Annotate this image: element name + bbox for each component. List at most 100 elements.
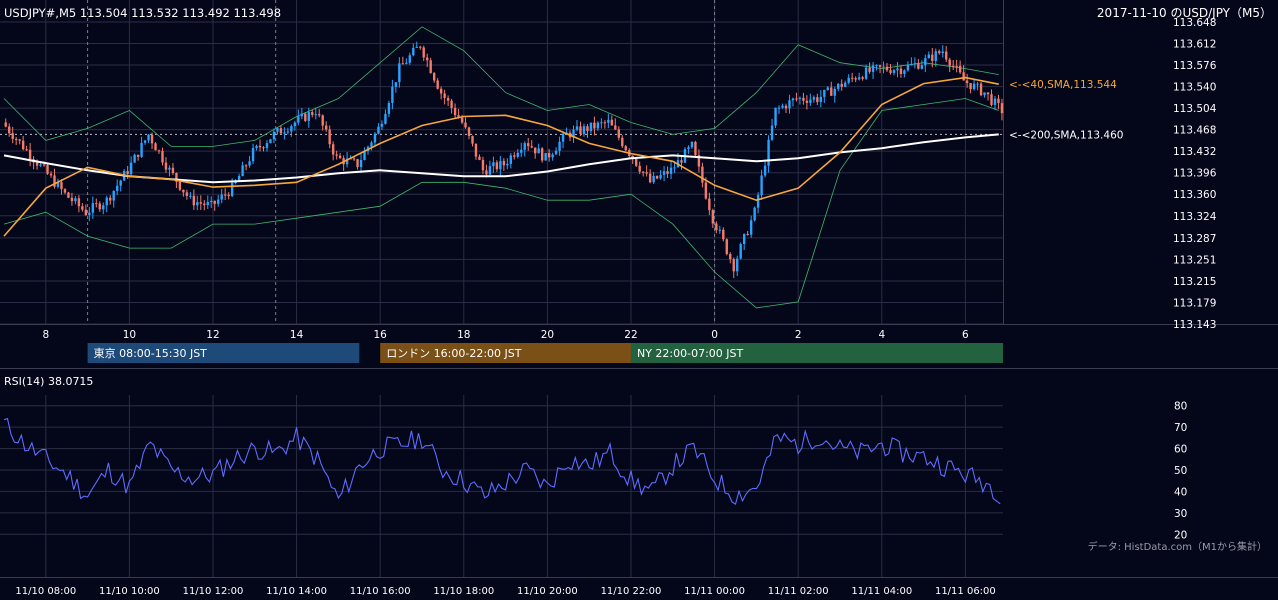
candle-body-121: [426, 57, 429, 61]
candle-body-4: [18, 139, 21, 141]
candle-body-96: [338, 155, 342, 159]
candle-body-113: [398, 63, 401, 83]
candle-body-216: [756, 195, 760, 208]
moving-averages: <-<40,SMA,113.544 <-<200,SMA,113.460: [3, 76, 1123, 237]
candle-body-266: [931, 54, 934, 61]
candle-body-151: [530, 146, 533, 148]
candle-body-122: [429, 60, 432, 74]
date-tick-1: 11/10 10:00: [99, 586, 160, 597]
candles: [4, 41, 1004, 279]
candle-body-67: [237, 175, 241, 181]
candle-body-124: [436, 80, 439, 89]
rsi-tick-5: 30: [1174, 508, 1187, 520]
candle-body-13: [49, 173, 53, 176]
candle-body-244: [854, 78, 857, 80]
candle-body-22: [81, 206, 84, 210]
candle-body-245: [857, 77, 861, 80]
candle-body-283: [990, 94, 993, 105]
candle-body-6: [25, 149, 28, 151]
candle-body-235: [823, 89, 826, 97]
candle-body-274: [958, 65, 962, 73]
candle-body-167: [586, 126, 589, 132]
candle-body-69: [244, 165, 248, 167]
candle-body-149: [523, 143, 526, 150]
rsi-tick-0: 80: [1174, 401, 1187, 413]
candle-body-52: [185, 192, 189, 196]
rsi-tick-3: 50: [1174, 465, 1187, 477]
candle-body-196: [687, 147, 690, 150]
candle-body-21: [77, 198, 81, 207]
candle-body-189: [662, 171, 666, 175]
chart-canvas: <-<40,SMA,113.544 <-<200,SMA,113.460 113.…: [0, 0, 1278, 597]
candle-body-92: [325, 125, 328, 130]
candle-body-109: [384, 113, 387, 124]
date-tick-3: 11/10 14:00: [266, 586, 327, 597]
candle-body-215: [753, 207, 756, 221]
candle-body-268: [938, 51, 941, 54]
candle-body-153: [537, 148, 540, 154]
rsi-tick-2: 60: [1174, 444, 1187, 456]
candle-body-114: [401, 63, 405, 65]
candle-body-36: [129, 162, 133, 175]
candle-body-205: [718, 229, 722, 231]
candle-body-118: [415, 46, 418, 48]
candle-body-43: [154, 143, 157, 151]
date-tick-7: 11/10 22:00: [601, 586, 662, 597]
candle-body-211: [739, 244, 742, 259]
candle-body-35: [126, 171, 129, 175]
candle-body-169: [593, 122, 596, 129]
candle-body-214: [749, 220, 753, 235]
candle-body-192: [673, 167, 676, 169]
candle-body-208: [729, 254, 732, 260]
candle-body-154: [540, 148, 544, 161]
candle-body-106: [373, 133, 377, 143]
candle-body-44: [157, 150, 161, 152]
time-axis: 8 10 12 14 16 18 20 22 0 2 4 6: [42, 329, 969, 341]
candle-body-57: [203, 203, 206, 206]
candle-body-19: [70, 197, 74, 202]
candle-body-115: [405, 62, 408, 64]
candle-body-89: [314, 114, 317, 116]
candle-body-83: [293, 122, 297, 127]
candle-body-64: [227, 194, 230, 197]
candle-body-37: [133, 154, 136, 163]
candle-body-168: [589, 122, 593, 132]
candle-body-156: [547, 152, 551, 158]
candle-body-204: [715, 223, 718, 231]
candle-body-265: [927, 54, 931, 59]
candle-body-251: [878, 65, 882, 67]
hour-tick-5: 18: [457, 329, 470, 341]
candle-body-108: [380, 123, 384, 127]
candle-body-177: [621, 137, 624, 147]
candle-body-38: [136, 154, 140, 157]
rsi-tick-6: 20: [1174, 529, 1187, 541]
candle-body-87: [307, 112, 310, 121]
candle-body-171: [600, 122, 603, 124]
rsi-panel: 80 70 60 50 40 30 20 11/10 08:00 11/10 10:00 11/1…: [0, 395, 1187, 597]
candle-body-39: [140, 142, 143, 157]
candle-body-233: [816, 97, 819, 103]
candle-body-280: [979, 83, 983, 96]
candle-body-230: [805, 100, 809, 103]
candle-body-181: [635, 159, 638, 166]
date-tick-8: 11/11 00:00: [684, 586, 745, 597]
candle-body-71: [251, 147, 255, 162]
price-tick-7: 113.396: [1173, 168, 1217, 180]
candle-body-272: [951, 65, 955, 67]
candle-body-102: [359, 159, 363, 168]
candle-body-278: [972, 83, 976, 90]
candle-body-270: [945, 51, 948, 60]
candle-body-46: [164, 162, 168, 170]
candle-body-65: [230, 182, 234, 197]
candle-body-236: [826, 87, 829, 90]
candle-body-194: [680, 160, 683, 163]
candle-body-74: [262, 147, 265, 149]
candle-body-116: [408, 55, 412, 63]
candle-body-225: [788, 100, 791, 109]
hour-tick-6: 20: [541, 329, 554, 341]
candle-body-222: [777, 107, 781, 109]
candle-body-155: [544, 152, 547, 161]
candle-body-0: [4, 122, 7, 127]
candle-body-220: [770, 125, 774, 140]
candle-body-147: [516, 152, 519, 157]
